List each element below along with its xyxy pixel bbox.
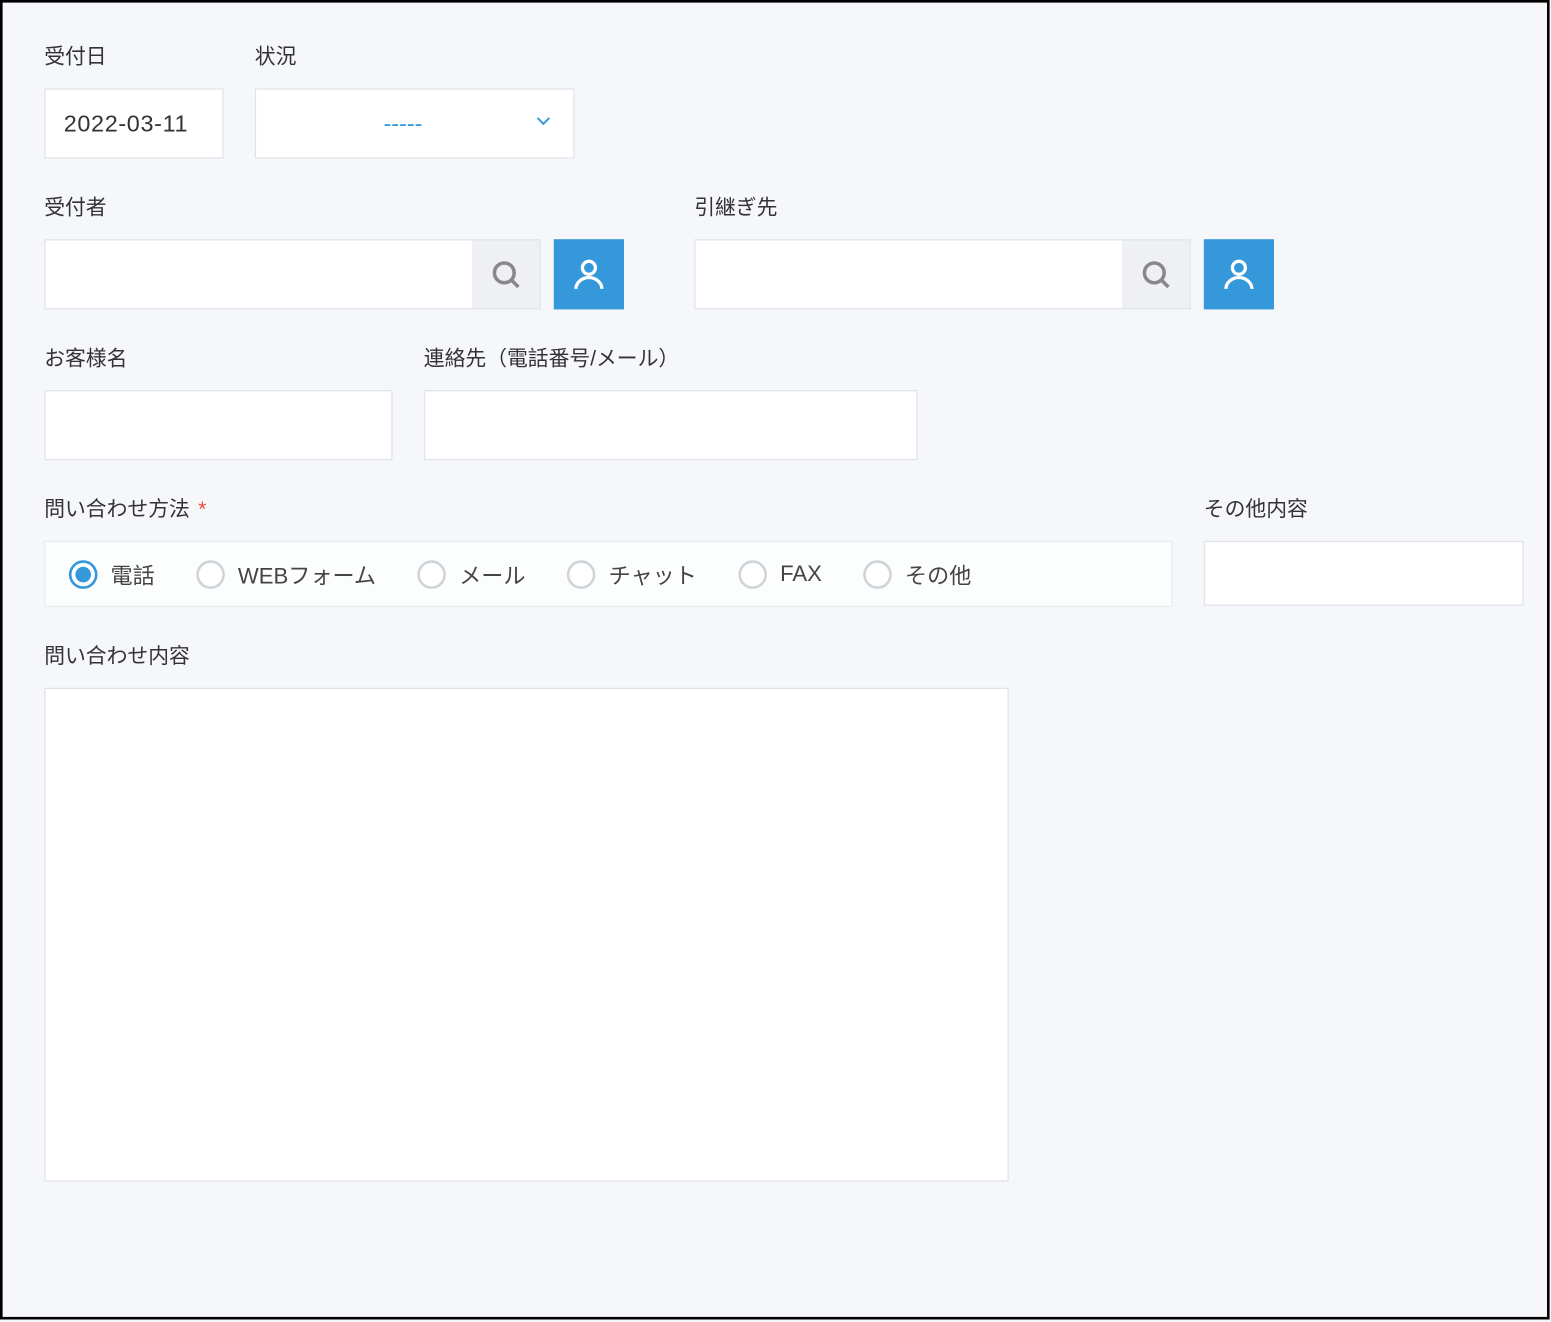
radio-label: 電話 [110,558,154,591]
required-mark: * [198,499,206,521]
radio-item-mail[interactable]: メール [418,558,526,591]
status-select[interactable]: ----- [255,88,575,158]
inquiry-method-radio-group: 電話 WEBフォーム メール チャット FAX [44,541,1172,607]
radio-circle-icon [863,560,892,589]
radio-circle-icon [567,560,596,589]
receiver-input[interactable] [46,240,472,308]
radio-circle-icon [418,560,447,589]
other-content-input[interactable] [1204,541,1524,606]
user-icon [569,255,608,294]
radio-item-other[interactable]: その他 [863,558,971,591]
radio-label: メール [459,558,525,591]
handoff-search-box [694,239,1191,309]
radio-label: その他 [905,558,971,591]
radio-circle-icon [738,560,767,589]
radio-label: FAX [780,561,822,587]
search-icon [1139,257,1173,291]
radio-item-fax[interactable]: FAX [738,560,821,589]
receiver-search-box [44,239,541,309]
customer-name-input[interactable] [44,390,392,460]
radio-label: WEBフォーム [238,558,376,591]
handoff-input[interactable] [696,240,1122,308]
handoff-label: 引継ぎ先 [694,190,1274,221]
receiver-user-button[interactable] [554,239,624,309]
radio-circle-icon [196,560,225,589]
radio-item-webform[interactable]: WEBフォーム [196,558,376,591]
status-select-value: ----- [274,110,531,137]
inquiry-method-label: 問い合わせ方法 * [44,491,1172,522]
search-icon [489,257,523,291]
contact-info-label: 連絡先（電話番号/メール） [424,341,918,372]
contact-info-input[interactable] [424,390,918,460]
customer-name-label: お客様名 [44,341,392,372]
receiver-label: 受付者 [44,190,624,221]
radio-label: チャット [609,558,697,591]
other-content-label: その他内容 [1204,491,1524,522]
radio-item-chat[interactable]: チャット [567,558,697,591]
reception-date-input[interactable] [44,88,223,158]
radio-circle-icon [69,560,98,589]
reception-date-label: 受付日 [44,39,223,70]
handoff-search-button[interactable] [1122,240,1190,308]
receiver-search-button[interactable] [472,240,540,308]
inquiry-content-textarea[interactable] [44,688,1009,1182]
status-label: 状況 [255,39,575,70]
user-icon [1219,255,1258,294]
handoff-user-button[interactable] [1204,239,1274,309]
inquiry-content-label: 問い合わせ内容 [44,638,1505,669]
chevron-down-icon [532,109,555,139]
radio-item-phone[interactable]: 電話 [69,558,155,591]
